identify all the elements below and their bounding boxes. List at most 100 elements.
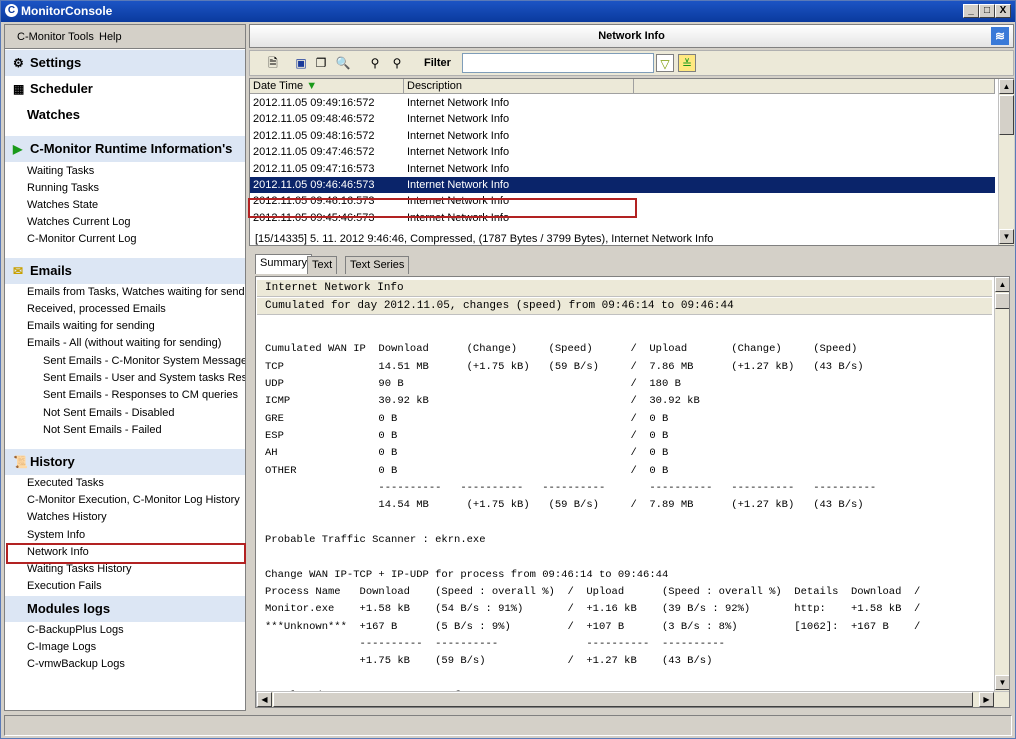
sidebar-item-email-sub-3[interactable]: Not Sent Emails - Disabled <box>43 405 245 422</box>
scroll-icon: 📜 <box>13 455 28 469</box>
row-selection-highlight <box>248 198 637 218</box>
col-header-description[interactable]: Description <box>404 79 634 94</box>
sidebar-item-email-1[interactable]: Received, processed Emails <box>27 301 245 318</box>
cell-description: Internet Network Info <box>407 97 510 109</box>
sidebar-item-cmonitor-log[interactable]: C-Monitor Current Log <box>27 231 245 248</box>
sidebar-scheduler[interactable]: ▦ Scheduler <box>5 76 245 102</box>
summary-line: AH 0 B / 0 B <box>265 447 669 460</box>
cell-description: Internet Network Info <box>407 129 510 142</box>
summary-line: ICMP 30.92 kB / 30.92 kB <box>265 395 700 408</box>
panel-title: Network Info ≋ <box>249 24 1014 48</box>
cell-description: Internet Network Info <box>407 162 510 175</box>
export-icon[interactable]: 🗎 <box>264 54 282 72</box>
sidebar-item-waiting-history[interactable]: Waiting Tasks History <box>27 561 245 578</box>
filter-apply-icon[interactable]: ▽ <box>656 54 674 72</box>
summary-header-title: Internet Network Info <box>257 280 992 297</box>
scroll-down-icon[interactable]: ▼ <box>999 229 1014 244</box>
table-row[interactable]: 2012.11.05 09:47:16:573 Internet Network … <box>250 161 995 177</box>
minimize-button[interactable]: _ <box>963 4 979 18</box>
menu-help[interactable]: Help <box>99 31 122 43</box>
sidebar-item-email-2[interactable]: Emails waiting for sending <box>27 318 245 335</box>
cell-datetime: 2012.11.05 09:49:16:572 <box>253 97 375 109</box>
sidebar-runtime-header[interactable]: ▶ C-Monitor Runtime Information's <box>5 136 245 162</box>
summary-scroll-thumb[interactable] <box>995 293 1009 309</box>
find-icon[interactable]: ⚲ <box>366 54 384 72</box>
cell-datetime: 2012.11.05 09:46:46:573 <box>253 179 375 191</box>
col-header-empty <box>634 79 995 94</box>
table-row[interactable]: 2012.11.05 09:49:16:572 Internet Network … <box>250 95 995 111</box>
summary-vscrollbar[interactable]: ▲ ▼ <box>994 277 1009 691</box>
grid-scrollbar[interactable]: ▲ ▼ <box>998 79 1014 245</box>
sidebar-item-executed-tasks[interactable]: Executed Tasks <box>27 475 245 492</box>
sidebar-item-email-sub-0[interactable]: Sent Emails - C-Monitor System Messages <box>43 353 245 370</box>
close-button[interactable]: X <box>995 4 1011 18</box>
col-header-datetime[interactable]: Date Time ▼ <box>250 79 404 94</box>
sidebar-emails-header[interactable]: ✉ Emails <box>5 258 245 284</box>
table-row[interactable]: 2012.11.05 09:47:46:572 Internet Network … <box>250 144 995 160</box>
summary-line: ESP 0 B / 0 B <box>265 429 669 442</box>
refresh-logo-icon[interactable]: ≋ <box>991 27 1009 45</box>
summary-line: OTHER 0 B / 0 B <box>265 464 669 477</box>
preview-icon[interactable]: 🔍 <box>334 54 352 72</box>
summary-line: Process Name Download (Speed : overall %… <box>265 585 921 598</box>
summary-line: ---------- ---------- ---------- -------… <box>265 481 877 494</box>
sidebar-item-email-3[interactable]: Emails - All (without waiting for sendin… <box>27 335 245 352</box>
sidebar-modules-header[interactable]: Modules logs <box>5 596 245 622</box>
main-window: C MonitorConsole _ □ X C-Monitor Tools H… <box>0 0 1016 739</box>
sidebar-item-email-0[interactable]: Emails from Tasks, Watches waiting for s… <box>27 284 245 301</box>
sidebar-item-watches-history[interactable]: Watches History <box>27 509 245 526</box>
calendar-icon: ▦ <box>13 82 25 96</box>
tab-text[interactable]: Text <box>307 256 338 274</box>
summary-scroll-up-icon[interactable]: ▲ <box>995 277 1009 292</box>
filter-input[interactable] <box>462 53 654 73</box>
envelope-icon: ✉ <box>13 264 24 278</box>
sidebar-settings[interactable]: ⚙ Settings <box>5 50 245 76</box>
cell-description: Internet Network Info <box>407 113 510 126</box>
sidebar-item-execution-history[interactable]: C-Monitor Execution, C-Monitor Log Histo… <box>27 492 245 509</box>
sidebar-item-system-info[interactable]: System Info <box>27 527 245 544</box>
cell-description: Internet Network Info <box>407 179 510 191</box>
summary-hscroll-thumb[interactable] <box>273 692 973 707</box>
maximize-button[interactable]: □ <box>979 4 995 18</box>
sidebar-item-waiting-tasks[interactable]: Waiting Tasks <box>27 163 245 180</box>
sidebar-item-backupplus[interactable]: C-BackupPlus Logs <box>27 622 245 639</box>
sidebar-item-email-sub-4[interactable]: Not Sent Emails - Failed <box>43 422 245 439</box>
sort-desc-icon: ▼ <box>306 80 318 92</box>
summary-line: 14.54 MB (+1.75 kB) (59 B/s) / 7.89 MB (… <box>265 499 864 512</box>
sidebar-history-header[interactable]: 📜 History <box>5 449 245 475</box>
cell-datetime: 2012.11.05 09:48:16:572 <box>253 129 375 142</box>
scroll-up-icon[interactable]: ▲ <box>999 79 1014 94</box>
sidebar-item-email-sub-2[interactable]: Sent Emails - Responses to CM queries <box>43 387 245 404</box>
scroll-thumb[interactable] <box>999 95 1014 135</box>
sidebar-watches[interactable]: Watches <box>5 102 245 128</box>
summary-hscrollbar[interactable]: ◀ ▶ <box>256 691 1009 707</box>
table-row[interactable]: 2012.11.05 09:48:16:572 Internet Network … <box>250 128 995 144</box>
title-bar[interactable]: C MonitorConsole _ □ X <box>1 1 1015 22</box>
summary-line: Monitor.exe +1.58 kB (54 B/s : 91%) / +1… <box>265 603 921 616</box>
filter-label: Filter <box>424 57 451 69</box>
sidebar-item-cimage[interactable]: C-Image Logs <box>27 639 245 656</box>
summary-scroll-right-icon[interactable]: ▶ <box>979 692 994 707</box>
summary-panel: Internet Network Info Cumulated for day … <box>255 276 1010 708</box>
sidebar-item-watches-state[interactable]: Watches State <box>27 197 245 214</box>
summary-scroll-left-icon[interactable]: ◀ <box>257 692 272 707</box>
menu-cmonitor-tools[interactable]: C-Monitor Tools <box>17 31 94 43</box>
record-info: [15/14335] 5. 11. 2012 9:46:46, Compress… <box>255 233 714 245</box>
sidebar-item-vmwbackup[interactable]: C-vmwBackup Logs <box>27 656 245 673</box>
table-row[interactable]: 2012.11.05 09:48:46:572 Internet Network … <box>250 111 995 127</box>
summary-line: ***Unknown*** +167 B (5 B/s : 9%) / +107… <box>265 620 921 633</box>
save-icon[interactable]: ▣ <box>292 54 310 72</box>
tab-text-series[interactable]: Text Series <box>345 256 410 274</box>
find-next-icon[interactable]: ⚲ <box>388 54 406 72</box>
sidebar-item-email-sub-1[interactable]: Sent Emails - User and System tasks Resu… <box>43 370 245 387</box>
window-title: MonitorConsole <box>21 4 113 18</box>
copy-icon[interactable]: ❐ <box>312 54 330 72</box>
sidebar-item-watches-log[interactable]: Watches Current Log <box>27 214 245 231</box>
table-row[interactable]: 2012.11.05 09:46:46:573 Internet Network … <box>250 177 995 193</box>
tab-summary[interactable]: Summary <box>255 254 313 274</box>
summary-line: GRE 0 B / 0 B <box>265 412 669 425</box>
sidebar-item-running-tasks[interactable]: Running Tasks <box>27 180 245 197</box>
sidebar-item-execution-fails[interactable]: Execution Fails <box>27 578 245 595</box>
filter-clear-icon[interactable]: ≚ <box>678 54 696 72</box>
summary-scroll-down-icon[interactable]: ▼ <box>995 675 1009 690</box>
